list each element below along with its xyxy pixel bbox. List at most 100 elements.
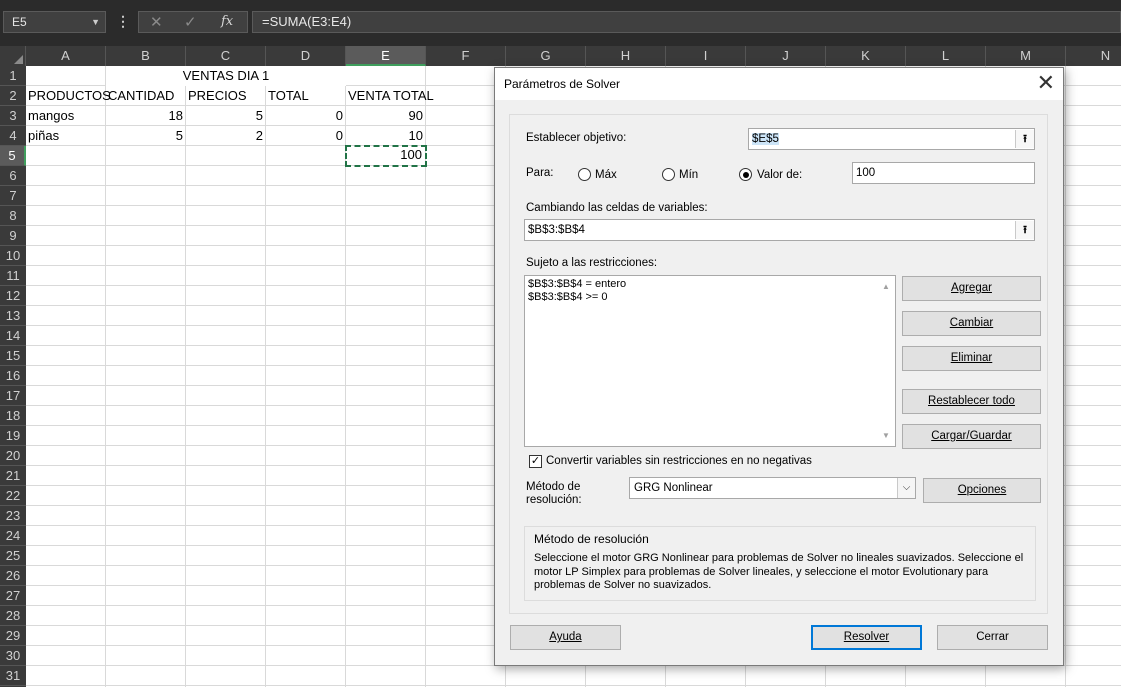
list-item[interactable]: $B$3:$B$4 = entero <box>528 278 892 291</box>
radio-min[interactable] <box>662 168 675 181</box>
row-header-28[interactable]: 28 <box>0 606 26 626</box>
column-header-j[interactable]: J <box>746 46 826 66</box>
row-header-23[interactable]: 23 <box>0 506 26 526</box>
column-header-n[interactable]: N <box>1066 46 1121 66</box>
row-header-13[interactable]: 13 <box>0 306 26 326</box>
row-header-16[interactable]: 16 <box>0 366 26 386</box>
options-button[interactable]: Opciones <box>923 478 1041 503</box>
row-header-19[interactable]: 19 <box>0 426 26 446</box>
solve-button[interactable]: Resolver <box>811 625 922 650</box>
row-header-10[interactable]: 10 <box>0 246 26 266</box>
row-header-7[interactable]: 7 <box>0 186 26 206</box>
row-header-20[interactable]: 20 <box>0 446 26 466</box>
column-header-g[interactable]: G <box>506 46 586 66</box>
row-header-26[interactable]: 26 <box>0 566 26 586</box>
chevron-down-icon[interactable]: ▼ <box>882 429 890 442</box>
value-of-field[interactable]: 100 <box>852 162 1035 184</box>
add-button[interactable]: Agregar <box>902 276 1041 301</box>
row-header-14[interactable]: 14 <box>0 326 26 346</box>
check-icon[interactable]: ✓ <box>184 13 197 31</box>
column-header-l[interactable]: L <box>906 46 986 66</box>
cell-d4[interactable]: 0 <box>266 126 346 146</box>
cell-title[interactable]: VENTAS DIA 1 <box>106 66 346 86</box>
row-header-3[interactable]: 3 <box>0 106 26 126</box>
more-options-icon[interactable]: ⋮ <box>116 13 130 30</box>
load-save-button[interactable]: Cargar/Guardar <box>902 424 1041 449</box>
name-box[interactable]: E5 ▼ <box>3 11 106 33</box>
column-header-c[interactable]: C <box>186 46 266 66</box>
row-header-22[interactable]: 22 <box>0 486 26 506</box>
cell-b3[interactable]: 18 <box>106 106 186 126</box>
header-productos[interactable]: PRODUCTOS <box>26 86 111 106</box>
help-button[interactable]: Ayuda <box>510 625 621 650</box>
row-header-29[interactable]: 29 <box>0 626 26 646</box>
row-header-12[interactable]: 12 <box>0 286 26 306</box>
header-total[interactable]: TOTAL <box>266 86 346 106</box>
changing-cells-field[interactable]: $B$3:$B$4 ⭱ <box>524 219 1035 241</box>
objective-field[interactable]: $E$5 ⭱ <box>748 128 1035 150</box>
constraints-list[interactable]: $B$3:$B$4 = entero $B$3:$B$4 >= 0 ▲ ▼ <box>524 275 896 447</box>
list-item[interactable]: $B$3:$B$4 >= 0 <box>528 291 892 304</box>
close-button[interactable]: Cerrar <box>937 625 1048 650</box>
row-header-24[interactable]: 24 <box>0 526 26 546</box>
header-venta-total[interactable]: VENTA TOTAL <box>346 86 446 106</box>
row-header-8[interactable]: 8 <box>0 206 26 226</box>
collapse-dialog-icon[interactable]: ⭱ <box>1015 221 1034 239</box>
cell-a4[interactable]: piñas <box>26 126 106 146</box>
collapse-dialog-icon[interactable]: ⭱ <box>1015 130 1034 148</box>
formula-input[interactable]: =SUMA(E3:E4) <box>252 11 1121 33</box>
close-icon[interactable]: ✕ <box>1037 71 1055 95</box>
row-header-21[interactable]: 21 <box>0 466 26 486</box>
help-button-label: Ayuda <box>549 631 582 643</box>
column-header-i[interactable]: I <box>666 46 746 66</box>
column-header-m[interactable]: M <box>986 46 1066 66</box>
select-all-corner[interactable] <box>0 46 26 66</box>
nonnegative-checkbox[interactable]: ✓ <box>529 455 542 468</box>
change-button[interactable]: Cambiar <box>902 311 1041 336</box>
header-precios[interactable]: PRECIOS <box>186 86 266 106</box>
chevron-down-icon[interactable]: ▼ <box>91 12 100 32</box>
cell-e3[interactable]: 90 <box>346 106 426 126</box>
insert-function-icon[interactable]: fx <box>221 14 233 29</box>
row-header-25[interactable]: 25 <box>0 546 26 566</box>
changing-cells-value: $B$3:$B$4 <box>528 224 585 236</box>
row-header-11[interactable]: 11 <box>0 266 26 286</box>
row-header-6[interactable]: 6 <box>0 166 26 186</box>
radio-value-of[interactable] <box>739 168 752 181</box>
cell-e4[interactable]: 10 <box>346 126 426 146</box>
scrollbar[interactable]: ▲ ▼ <box>878 276 895 446</box>
column-header-e[interactable]: E <box>346 46 426 66</box>
column-header-d[interactable]: D <box>266 46 346 66</box>
cell-a3[interactable]: mangos <box>26 106 106 126</box>
method-select[interactable]: GRG Nonlinear ⌵ <box>629 477 916 499</box>
cell-b4[interactable]: 5 <box>106 126 186 146</box>
row-header-5[interactable]: 5 <box>0 146 26 166</box>
row-header-2[interactable]: 2 <box>0 86 26 106</box>
cell-c4[interactable]: 2 <box>186 126 266 146</box>
row-header-17[interactable]: 17 <box>0 386 26 406</box>
column-header-k[interactable]: K <box>826 46 906 66</box>
row-header-31[interactable]: 31 <box>0 666 26 686</box>
chevron-down-icon[interactable]: ⌵ <box>897 478 915 498</box>
row-header-18[interactable]: 18 <box>0 406 26 426</box>
cell-e5-selected[interactable]: 100 <box>345 145 427 167</box>
header-cantidad[interactable]: CANTIDAD <box>106 86 186 106</box>
cell-c3[interactable]: 5 <box>186 106 266 126</box>
row-header-15[interactable]: 15 <box>0 346 26 366</box>
row-header-27[interactable]: 27 <box>0 586 26 606</box>
column-header-f[interactable]: F <box>426 46 506 66</box>
chevron-up-icon[interactable]: ▲ <box>882 280 890 293</box>
cell-d3[interactable]: 0 <box>266 106 346 126</box>
row-header-1[interactable]: 1 <box>0 66 26 86</box>
radio-max[interactable] <box>578 168 591 181</box>
column-header-b[interactable]: B <box>106 46 186 66</box>
reset-all-button[interactable]: Restablecer todo <box>902 389 1041 414</box>
row-header-4[interactable]: 4 <box>0 126 26 146</box>
column-header-h[interactable]: H <box>586 46 666 66</box>
column-header-a[interactable]: A <box>26 46 106 66</box>
delete-button[interactable]: Eliminar <box>902 346 1041 371</box>
dialog-titlebar[interactable]: Parámetros de Solver ✕ <box>495 68 1063 100</box>
row-header-30[interactable]: 30 <box>0 646 26 666</box>
row-header-9[interactable]: 9 <box>0 226 26 246</box>
cancel-icon[interactable]: ✕ <box>150 13 163 31</box>
